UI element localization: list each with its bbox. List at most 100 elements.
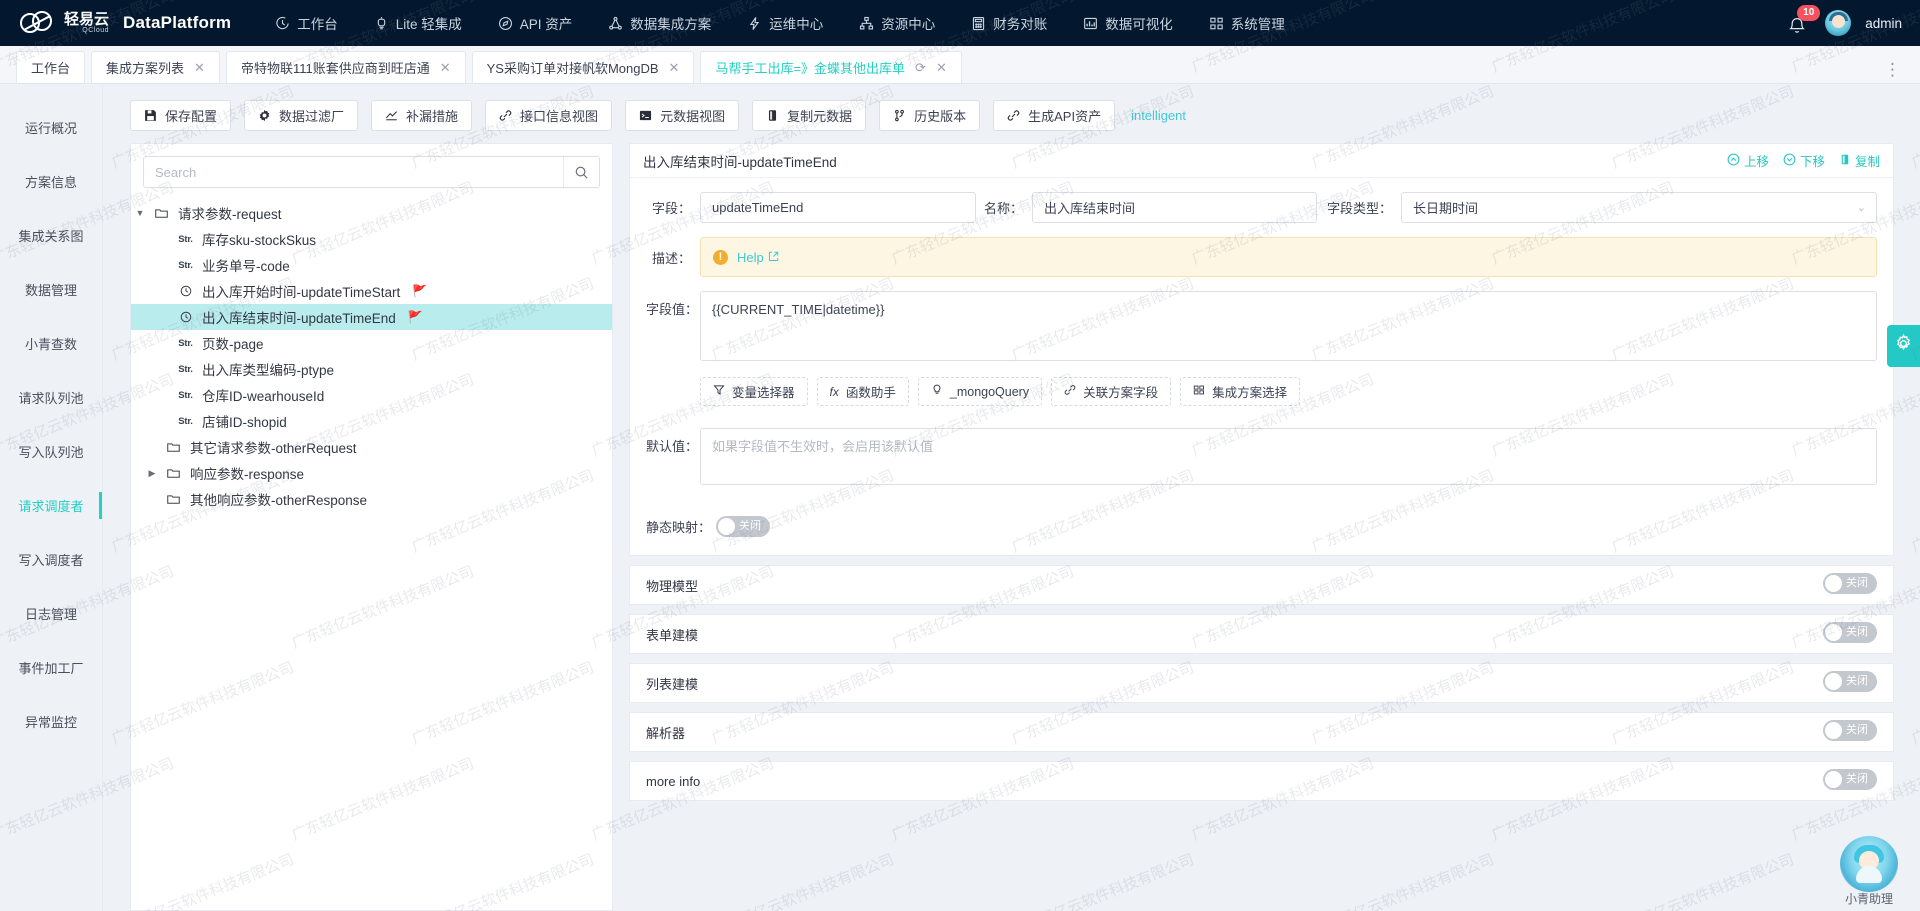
sidebar-item-request-queue-pool[interactable]: 请求队列池 [0, 376, 102, 419]
sidebar-item-event-factory[interactable]: 事件加工厂 [0, 646, 102, 689]
nav-item-workbench[interactable]: 工作台 [257, 0, 356, 46]
sidebar-item-write-scheduler[interactable]: 写入调度者 [0, 538, 102, 581]
field-value-textarea[interactable] [700, 291, 1877, 361]
static-mapping-toggle[interactable]: 关闭 [716, 516, 770, 537]
settings-side-tab[interactable] [1887, 325, 1920, 367]
flag-icon: 🚩 [407, 310, 423, 324]
move-up-button[interactable]: 上移 [1727, 151, 1769, 170]
sidebar-item-integration-diagram[interactable]: 集成关系图 [0, 214, 102, 257]
close-icon[interactable]: ✕ [440, 61, 451, 74]
tree-node-ptype[interactable]: Str. 出入库类型编码-ptype [131, 356, 612, 382]
nav-item-data-visualization[interactable]: 数据可视化 [1065, 0, 1191, 46]
default-value-textarea[interactable] [700, 428, 1877, 485]
sidebar-item-write-queue-pool[interactable]: 写入队列池 [0, 430, 102, 473]
patch-measures-button[interactable]: 补漏措施 [371, 100, 473, 131]
tree-node-stockskus[interactable]: Str. 库存sku-stockSkus [131, 226, 612, 252]
sidebar-item-xiaoqing-query[interactable]: 小青查数 [0, 322, 102, 365]
list-modeling-toggle[interactable]: 关闭 [1823, 671, 1877, 692]
chevron-right-icon[interactable]: ▶ [143, 468, 161, 479]
tree-node-response[interactable]: ▶ 响应参数-response [131, 460, 612, 486]
chevron-down-icon[interactable]: ▼ [131, 208, 149, 218]
close-icon[interactable]: ✕ [194, 61, 205, 74]
data-filter-factory-button[interactable]: 数据过滤厂 [244, 100, 359, 131]
save-config-button[interactable]: 保存配置 [130, 100, 232, 131]
tab-mabang-outbound[interactable]: 马帮手工出库=》金蝶其他出库单 ⟳ ✕ [700, 51, 962, 83]
nav-item-lite-integration[interactable]: Lite 轻集成 [356, 0, 480, 46]
history-version-button[interactable]: 历史版本 [879, 100, 981, 131]
grid-icon [1209, 16, 1224, 31]
field-name-input[interactable] [1032, 192, 1317, 223]
copy-field-button[interactable]: 复制 [1839, 151, 1880, 170]
folder-icon [155, 207, 172, 219]
refresh-icon[interactable]: ⟳ [915, 61, 926, 74]
tree-node-page[interactable]: Str. 页数-page [131, 330, 612, 356]
function-helper-button[interactable]: fx 函数助手 [816, 377, 909, 406]
mongo-query-button[interactable]: _mongoQuery [917, 377, 1043, 406]
tree-node-otherrequest[interactable]: ▶ 其它请求参数-otherRequest [131, 434, 612, 460]
parser-toggle[interactable]: 关闭 [1823, 720, 1877, 741]
integration-plan-select-button[interactable]: 集成方案选择 [1180, 377, 1301, 406]
avatar[interactable] [1825, 10, 1852, 36]
section-form-modeling[interactable]: 表单建模 关闭 [629, 614, 1894, 654]
sidebar-item-plan-info[interactable]: 方案信息 [0, 160, 102, 203]
search-input[interactable] [144, 157, 563, 187]
sidebar-item-log-management[interactable]: 日志管理 [0, 592, 102, 635]
section-title: 列表建模 [646, 676, 699, 692]
close-icon[interactable]: ✕ [936, 61, 947, 74]
section-more-info[interactable]: more info 关闭 [629, 761, 1894, 801]
tab-ditewulian[interactable]: 帝特物联111账套供应商到旺店通 ✕ [225, 51, 466, 83]
tree-node-label: 其它请求参数-otherRequest [190, 441, 357, 456]
nav-item-data-integration-plan[interactable]: 数据集成方案 [590, 0, 729, 46]
more-info-toggle[interactable]: 关闭 [1823, 769, 1877, 790]
move-down-button[interactable]: 下移 [1783, 151, 1825, 170]
tab-integration-plan-list[interactable]: 集成方案列表 ✕ [91, 51, 220, 83]
assistant-widget[interactable]: 小青助理 [1832, 836, 1906, 907]
tree-node-updatetimeend[interactable]: 出入库结束时间-updateTimeEnd 🚩 [131, 304, 612, 330]
close-icon[interactable]: ✕ [669, 61, 680, 74]
field-basic-row: 字段： 名称： 字段类型： 长日期时间 ⌄ [646, 192, 1877, 223]
sidebar-item-exception-monitor[interactable]: 异常监控 [0, 700, 102, 743]
section-list-modeling[interactable]: 列表建模 关闭 [629, 663, 1894, 703]
nav-item-api-assets[interactable]: API 资产 [480, 0, 591, 46]
metadata-view-button[interactable]: 元数据视图 [625, 100, 740, 131]
tab-ys-purchase-order[interactable]: YS采购订单对接帆软MongDB ✕ [471, 51, 695, 83]
nav-item-resource-center[interactable]: 资源中心 [841, 0, 953, 46]
tab-overflow-menu-icon[interactable]: ⋮ [1884, 61, 1920, 83]
variable-selector-button[interactable]: 变量选择器 [700, 377, 808, 406]
tree-node-shopid[interactable]: Str. 店铺ID-shopid [131, 408, 612, 434]
sidebar-item-request-scheduler[interactable]: 请求调度者 [0, 484, 102, 527]
sidebar-item-data-management[interactable]: 数据管理 [0, 268, 102, 311]
username-label[interactable]: admin [1865, 16, 1902, 31]
tree-node-updatetimestart[interactable]: 出入库开始时间-updateTimeStart 🚩 [131, 278, 612, 304]
tree-node-code[interactable]: Str. 业务单号-code [131, 252, 612, 278]
related-plan-field-button[interactable]: 关联方案字段 [1051, 377, 1172, 406]
sidebar-item-run-overview[interactable]: 运行概况 [0, 106, 102, 149]
tree-node-otherresponse[interactable]: ▶ 其他响应参数-otherResponse [131, 486, 612, 512]
tab-workbench[interactable]: 工作台 [16, 51, 86, 83]
form-modeling-toggle[interactable]: 关闭 [1823, 622, 1877, 643]
intelligent-link[interactable]: intelligent [1131, 108, 1186, 123]
interface-info-view-button[interactable]: 接口信息视图 [485, 100, 613, 131]
search-icon[interactable] [563, 157, 599, 187]
field-type-value: 长日期时间 [1413, 201, 1479, 216]
content-split: ▼ 请求参数-request Str. 库存sku-stockSkus Str.… [103, 143, 1920, 911]
nav-item-financial-reconciliation[interactable]: 财务对账 [953, 0, 1065, 46]
section-parser[interactable]: 解析器 关闭 [629, 712, 1894, 752]
brand-logo[interactable]: 轻易云 QCloud DataPlatform [0, 8, 231, 38]
generate-api-asset-button[interactable]: 生成API资产 [993, 100, 1116, 131]
toggle-knob [1825, 673, 1842, 690]
field-code-input[interactable] [700, 192, 976, 223]
field-type-select[interactable]: 长日期时间 ⌄ [1401, 192, 1877, 223]
section-physical-model[interactable]: 物理模型 关闭 [629, 565, 1894, 605]
tree-node-request[interactable]: ▼ 请求参数-request [131, 200, 612, 226]
nav-item-system-management[interactable]: 系统管理 [1191, 0, 1303, 46]
nav-item-ops-center[interactable]: 运维中心 [729, 0, 841, 46]
search-box[interactable] [143, 156, 600, 188]
notifications-button[interactable]: 10 [1787, 5, 1821, 36]
sidebar-item-label: 请求调度者 [18, 499, 84, 514]
help-link[interactable]: Help [737, 250, 779, 265]
physical-model-toggle[interactable]: 关闭 [1823, 573, 1877, 594]
copy-metadata-button[interactable]: 复制元数据 [752, 100, 867, 131]
nav-label: 运维中心 [769, 17, 824, 32]
tree-node-wearhouseid[interactable]: Str. 仓库ID-wearhouseId [131, 382, 612, 408]
